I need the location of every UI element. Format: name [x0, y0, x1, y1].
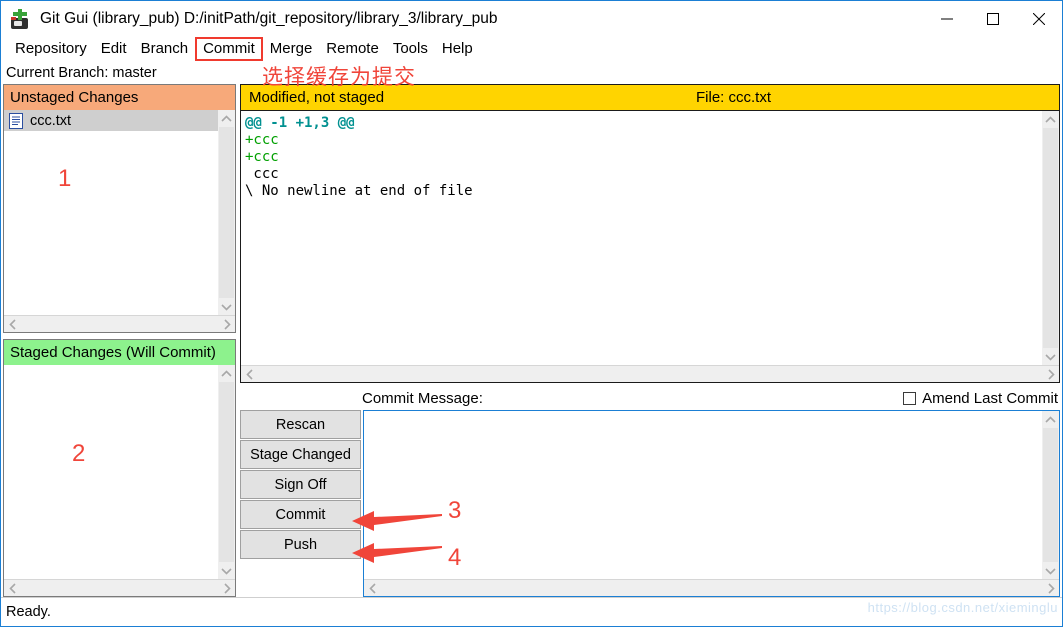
diff-line-add: +ccc: [245, 149, 279, 165]
commit-message-vertical-scrollbar[interactable]: [1042, 411, 1059, 579]
unstaged-file-list[interactable]: ccc.txt: [4, 110, 218, 315]
diff-line-meta: \ No newline at end of file: [245, 183, 473, 199]
staged-vertical-scrollbar[interactable]: [218, 365, 235, 579]
diff-line-context: ccc: [245, 166, 279, 182]
main-body: Unstaged Changes: [1, 84, 1062, 597]
menu-item-commit[interactable]: Commit: [196, 38, 262, 60]
diff-horizontal-scrollbar[interactable]: [241, 365, 1059, 382]
scroll-left-icon[interactable]: [4, 580, 21, 597]
menu-item-repository[interactable]: Repository: [8, 38, 94, 60]
scroll-up-icon[interactable]: [218, 365, 235, 382]
scrollbar-thumb[interactable]: [1043, 428, 1058, 562]
staged-changes-panel: Staged Changes (Will Commit): [3, 339, 236, 597]
scroll-right-icon[interactable]: [218, 316, 235, 333]
scroll-down-icon[interactable]: [218, 562, 235, 579]
git-gui-icon: [9, 8, 31, 30]
minimize-icon[interactable]: [924, 1, 970, 37]
commit-message-inner: [364, 411, 1059, 579]
commit-lower-row: Rescan Stage Changed Sign Off Commit Pus…: [240, 410, 1060, 597]
annotation-chinese-note: 选择缓存为提交: [262, 61, 416, 91]
scrollbar-thumb[interactable]: [219, 127, 234, 298]
diff-file-label: File: ccc.txt: [696, 89, 771, 106]
git-gui-window: Git Gui (library_pub) D:/initPath/git_re…: [0, 0, 1063, 627]
annotation-marker-1: 1: [58, 165, 71, 193]
commit-message-horizontal-scrollbar[interactable]: [364, 579, 1059, 596]
scroll-right-icon[interactable]: [1042, 580, 1059, 597]
scroll-up-icon[interactable]: [1042, 411, 1059, 428]
diff-body: @@ -1 +1,3 @@ +ccc +ccc ccc \ No newline…: [241, 111, 1059, 365]
rescan-button[interactable]: Rescan: [240, 410, 361, 439]
maximize-icon[interactable]: [970, 1, 1016, 37]
diff-vertical-scrollbar[interactable]: [1042, 111, 1059, 365]
scroll-left-icon[interactable]: [364, 580, 381, 597]
diff-status-label: Modified, not staged: [241, 89, 384, 106]
menu-item-merge[interactable]: Merge: [263, 38, 320, 60]
scroll-left-icon[interactable]: [4, 316, 21, 333]
staged-file-list[interactable]: [4, 365, 218, 579]
scroll-down-icon[interactable]: [1042, 348, 1059, 365]
staged-list-container: [4, 365, 235, 579]
scroll-right-icon[interactable]: [1042, 366, 1059, 383]
unstaged-list-container: ccc.txt: [4, 110, 235, 315]
watermark-text: https://blog.csdn.net/xieminglu: [868, 600, 1058, 615]
menu-item-remote[interactable]: Remote: [319, 38, 386, 60]
status-bar: Ready. https://blog.csdn.net/xieminglu: [1, 597, 1062, 626]
file-lists-column: Unstaged Changes: [3, 84, 236, 597]
unstaged-vertical-scrollbar[interactable]: [218, 110, 235, 315]
text-file-icon: [9, 113, 23, 129]
staged-horizontal-scrollbar[interactable]: [4, 579, 235, 596]
annotation-arrow-push: [352, 540, 442, 566]
commit-button[interactable]: Commit: [240, 500, 361, 529]
commit-message-box[interactable]: [363, 410, 1060, 597]
annotation-arrow-commit: [352, 508, 442, 534]
annotation-marker-4: 4: [448, 544, 461, 572]
scroll-down-icon[interactable]: [218, 298, 235, 315]
list-item-label: ccc.txt: [30, 113, 71, 129]
amend-last-commit-label: Amend Last Commit: [922, 390, 1058, 407]
diff-text-area[interactable]: @@ -1 +1,3 @@ +ccc +ccc ccc \ No newline…: [241, 111, 1042, 365]
current-branch-label: Current Branch: master: [6, 65, 157, 81]
scroll-right-icon[interactable]: [218, 580, 235, 597]
diff-line-hunk: @@ -1 +1,3 @@: [245, 115, 355, 131]
unstaged-horizontal-scrollbar[interactable]: [4, 315, 235, 332]
unstaged-changes-header: Unstaged Changes: [4, 85, 235, 110]
commit-label-row: Commit Message: Amend Last Commit: [240, 386, 1060, 410]
annotation-marker-2: 2: [72, 440, 85, 468]
status-text: Ready.: [6, 604, 51, 620]
scroll-left-icon[interactable]: [241, 366, 258, 383]
menu-item-edit[interactable]: Edit: [94, 38, 134, 60]
diff-line-add: +ccc: [245, 132, 279, 148]
menu-item-branch[interactable]: Branch: [134, 38, 196, 60]
stage-changed-button[interactable]: Stage Changed: [240, 440, 361, 469]
annotation-marker-3: 3: [448, 497, 461, 525]
sign-off-button[interactable]: Sign Off: [240, 470, 361, 499]
scrollbar-thumb[interactable]: [1043, 128, 1058, 348]
unstaged-changes-panel: Unstaged Changes: [3, 84, 236, 333]
close-icon[interactable]: [1016, 1, 1062, 37]
menu-bar: Repository Edit Branch Commit Merge Remo…: [1, 37, 1062, 61]
menu-item-help[interactable]: Help: [435, 38, 480, 60]
window-controls: [924, 1, 1062, 37]
scroll-up-icon[interactable]: [1042, 111, 1059, 128]
checkbox-icon[interactable]: [903, 392, 916, 405]
diff-panel: Modified, not staged File: ccc.txt @@ -1…: [240, 84, 1060, 383]
menu-item-tools[interactable]: Tools: [386, 38, 435, 60]
commit-message-label: Commit Message:: [362, 390, 483, 407]
title-bar: Git Gui (library_pub) D:/initPath/git_re…: [1, 1, 1062, 37]
push-button[interactable]: Push: [240, 530, 361, 559]
amend-last-commit-checkbox[interactable]: Amend Last Commit: [903, 390, 1058, 407]
window-title: Git Gui (library_pub) D:/initPath/git_re…: [40, 10, 497, 28]
list-item[interactable]: ccc.txt: [4, 110, 218, 131]
commit-message-input[interactable]: [364, 411, 1042, 579]
action-buttons-column: Rescan Stage Changed Sign Off Commit Pus…: [240, 410, 361, 597]
scrollbar-thumb[interactable]: [219, 382, 234, 562]
staged-changes-header: Staged Changes (Will Commit): [4, 340, 235, 365]
scroll-down-icon[interactable]: [1042, 562, 1059, 579]
scroll-up-icon[interactable]: [218, 110, 235, 127]
current-branch-bar: Current Branch: master: [1, 61, 1062, 84]
